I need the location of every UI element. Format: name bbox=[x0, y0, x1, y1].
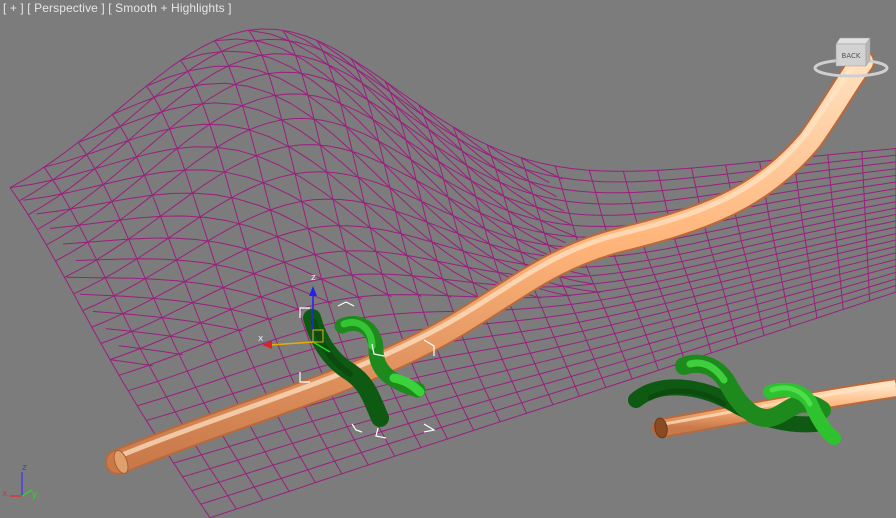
viewcube-top-face bbox=[835, 37, 871, 45]
viewcube-face-label: BACK bbox=[842, 52, 861, 60]
world-y-label: y bbox=[32, 490, 38, 500]
world-z-label: z bbox=[22, 463, 27, 473]
scene-canvas[interactable]: z x BACK z x y bbox=[0, 0, 896, 518]
gizmo-x-axis bbox=[269, 341, 314, 346]
viewport-shading-menu[interactable]: [ Smooth + Highlights ] bbox=[108, 1, 231, 15]
viewport-view-menu[interactable]: [ Perspective ] bbox=[27, 1, 105, 15]
gizmo-x-label: x bbox=[258, 334, 264, 344]
viewport-general-menu[interactable]: [ + ] bbox=[3, 1, 24, 15]
gizmo-z-arrow-icon bbox=[309, 286, 317, 296]
perspective-viewport[interactable]: [ + ] [ Perspective ] [ Smooth + Highlig… bbox=[0, 0, 896, 518]
viewport-label-menu[interactable]: [ + ] [ Perspective ] [ Smooth + Highlig… bbox=[3, 1, 232, 15]
world-x-label: x bbox=[2, 489, 8, 499]
world-axis-tripod: z x y bbox=[2, 463, 38, 500]
world-y-axis bbox=[21, 489, 33, 497]
gizmo-z-label: z bbox=[311, 273, 316, 283]
